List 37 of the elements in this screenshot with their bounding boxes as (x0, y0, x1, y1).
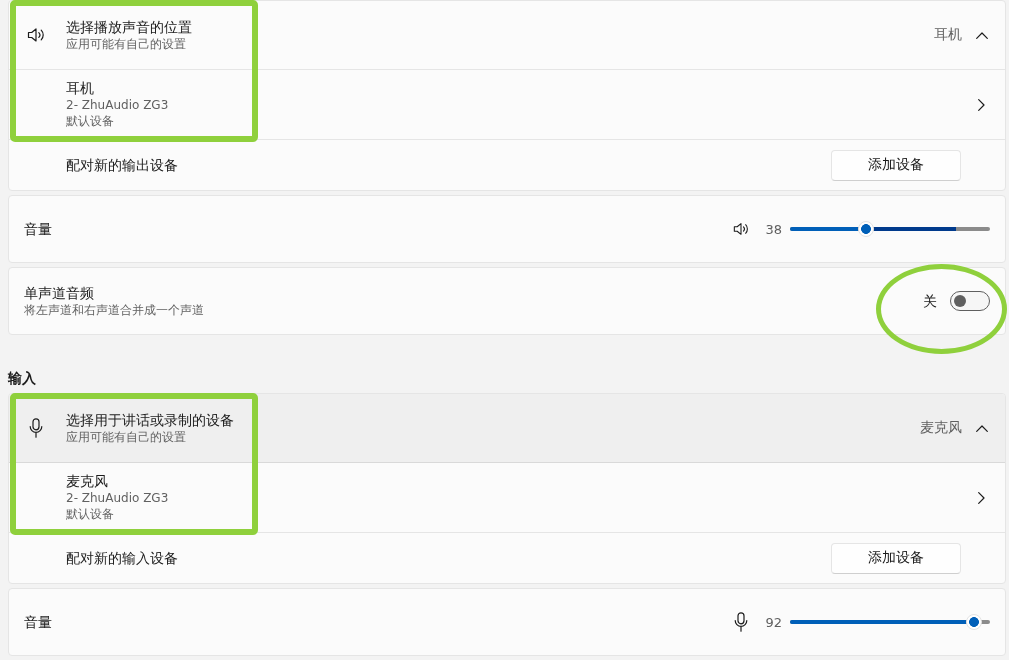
slider-thumb[interactable] (966, 614, 982, 630)
current-device-label: 麦克风 (920, 419, 962, 437)
device-row[interactable]: 耳机 2- ZhuAudio ZG3 默认设备 (9, 69, 1005, 139)
add-device-button[interactable]: 添加设备 (831, 542, 961, 574)
chevron-right-icon (978, 491, 985, 504)
slider-thumb[interactable] (858, 221, 874, 237)
section-heading: 输入 (8, 369, 36, 388)
device-row[interactable]: 麦克风 2- ZhuAudio ZG3 默认设备 (9, 462, 1005, 532)
setting-description: 应用可能有自己的设置 (66, 36, 186, 52)
device-model: 2- ZhuAudio ZG3 (66, 97, 169, 113)
setting-description: 将左声道和右声道合并成一个声道 (24, 302, 204, 318)
microphone-icon (734, 612, 749, 632)
setting-label: 音量 (24, 220, 52, 238)
setting-label: 配对新的输入设备 (66, 549, 178, 567)
device-status: 默认设备 (66, 506, 114, 522)
expander-header[interactable]: 选择播放声音的位置 应用可能有自己的设置 耳机 (9, 1, 1005, 69)
chevron-right-icon (978, 98, 985, 111)
setting-title: 选择播放声音的位置 (66, 18, 192, 36)
add-device-button[interactable]: 添加设备 (831, 149, 961, 181)
device-name: 耳机 (66, 80, 94, 97)
microphone-icon (29, 418, 43, 438)
volume-reading: 92 (765, 614, 782, 630)
device-name: 麦克风 (66, 473, 108, 490)
device-status: 默认设备 (66, 113, 114, 129)
speaker-icon (733, 221, 750, 237)
device-model: 2- ZhuAudio ZG3 (66, 490, 169, 506)
speaker-icon (27, 27, 45, 43)
toggle-state-label: 关 (923, 292, 937, 311)
setting-description: 应用可能有自己的设置 (66, 429, 186, 445)
current-device-label: 耳机 (934, 26, 962, 44)
expander-header[interactable]: 选择用于讲话或录制的设备 应用可能有自己的设置 麦克风 (9, 394, 1005, 462)
setting-title: 选择用于讲话或录制的设备 (66, 411, 234, 429)
setting-title: 单声道音频 (24, 284, 94, 302)
volume-reading: 38 (765, 221, 782, 237)
setting-label: 音量 (24, 613, 52, 631)
setting-label: 配对新的输出设备 (66, 156, 178, 174)
toggle-switch[interactable] (950, 291, 990, 311)
